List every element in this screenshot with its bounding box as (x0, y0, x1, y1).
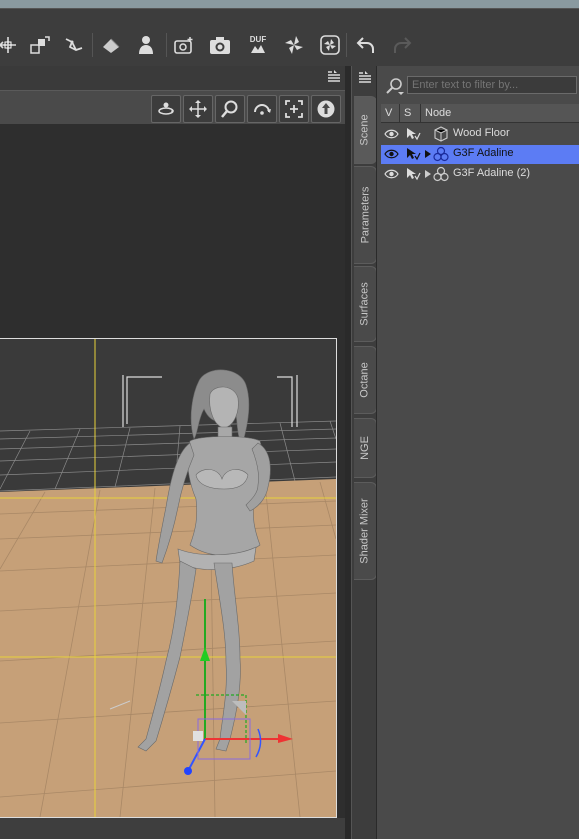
node-label: G3F Adaline (2) (453, 167, 531, 179)
toolbar-separator (346, 33, 347, 57)
search-icon[interactable] (383, 76, 405, 96)
toolbar-separator (166, 33, 167, 57)
svg-text:DUF: DUF (250, 35, 267, 44)
expand-arrow-icon[interactable] (425, 150, 431, 158)
camera-add-icon[interactable] (170, 31, 198, 59)
figure-select-icon[interactable] (132, 31, 160, 59)
joint-tool-icon[interactable] (60, 31, 88, 59)
column-visible[interactable]: V (381, 104, 400, 122)
node-tool-icon[interactable] (26, 31, 54, 59)
duf-export-icon[interactable]: DUF (244, 31, 272, 59)
orbit-icon[interactable] (151, 95, 181, 123)
eye-icon[interactable] (384, 168, 399, 180)
tab-parameters[interactable]: Parameters (354, 166, 377, 264)
window-title-strip (0, 0, 579, 8)
search-row (377, 74, 579, 98)
node-label: G3F Adaline (453, 147, 514, 159)
tab-nge[interactable]: NGE (354, 418, 377, 478)
viewport-header (0, 66, 345, 88)
octane-render-icon[interactable] (316, 31, 344, 59)
figure-node-icon (433, 166, 449, 182)
main-toolbar: DUF (0, 8, 579, 68)
pane-options-icon[interactable] (357, 70, 373, 86)
viewport-nav-toolbar (0, 90, 345, 126)
rotate-icon[interactable] (247, 95, 277, 123)
pointer-check-icon[interactable] (405, 127, 421, 141)
prop-cube-icon (434, 126, 448, 142)
flower-render-icon[interactable] (280, 31, 308, 59)
toolbar-separator (92, 33, 93, 57)
eye-icon[interactable] (384, 128, 399, 140)
eye-icon[interactable] (384, 148, 399, 160)
tab-scene[interactable]: Scene (354, 96, 377, 164)
column-selectable[interactable]: S (400, 104, 421, 122)
viewport-scene[interactable] (0, 338, 337, 818)
surface-tool-icon[interactable] (98, 31, 126, 59)
tab-shader-mixer[interactable]: Shader Mixer (354, 482, 377, 580)
tab-surfaces[interactable]: Surfaces (354, 266, 377, 342)
pointer-check-icon[interactable] (405, 167, 421, 181)
figure-node-icon (433, 146, 449, 162)
pointer-check-icon[interactable] (405, 147, 421, 161)
tree-header: V S Node (381, 104, 579, 123)
tree-row-g3f-adaline-2[interactable]: G3F Adaline (2) (381, 165, 579, 184)
tree-row-g3f-adaline[interactable]: G3F Adaline (381, 145, 579, 164)
column-node[interactable]: Node (421, 104, 579, 122)
aim-icon[interactable] (311, 95, 341, 123)
scene-panel: V S Node Wood Floor G3F Adaline G3F Adal… (376, 66, 579, 839)
pan-icon[interactable] (183, 95, 213, 123)
frame-icon[interactable] (279, 95, 309, 123)
transform-tool-icon[interactable] (0, 31, 22, 59)
expand-arrow-icon[interactable] (425, 170, 431, 178)
viewport-status-strip (0, 818, 345, 839)
search-input[interactable] (407, 76, 577, 94)
redo-icon[interactable] (388, 31, 416, 59)
zoom-icon[interactable] (215, 95, 245, 123)
tree-row-wood-floor[interactable]: Wood Floor (381, 125, 579, 144)
undo-icon[interactable] (352, 31, 380, 59)
node-label: Wood Floor (453, 127, 510, 139)
render-icon[interactable] (206, 31, 234, 59)
pane-tabs: Scene Parameters Surfaces Octane NGE Sha… (351, 66, 377, 839)
tab-octane[interactable]: Octane (354, 346, 377, 414)
pane-menu-icon[interactable] (326, 69, 342, 85)
